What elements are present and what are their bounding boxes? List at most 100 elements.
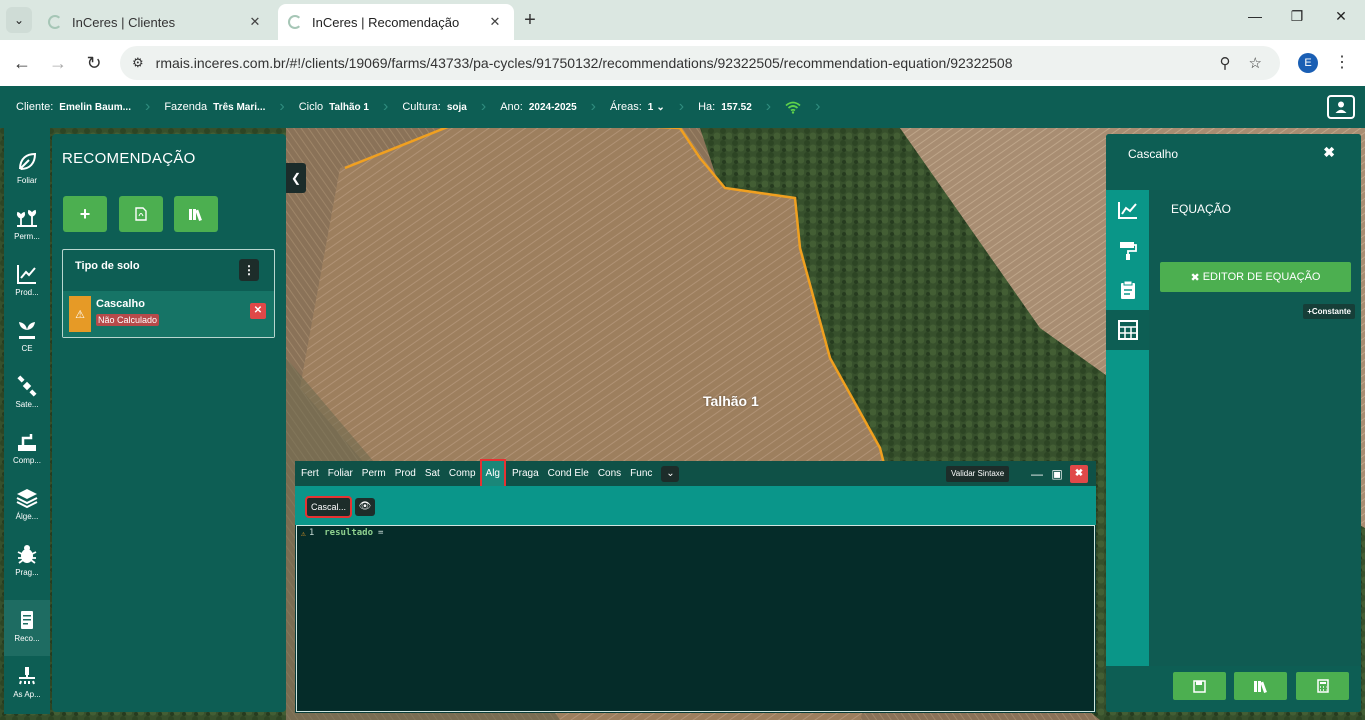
- restore-window-button[interactable]: ❐: [1282, 8, 1312, 25]
- rail-item-algebra[interactable]: Álge...: [4, 478, 50, 534]
- rail-item-prod[interactable]: Prod...: [4, 254, 50, 310]
- menu-foliar[interactable]: Foliar: [328, 461, 353, 486]
- crumb-value: 2024-2025: [528, 101, 577, 113]
- menu-alg[interactable]: Alg: [479, 459, 507, 488]
- rail-item-aplicacoes[interactable]: As Ap...: [4, 656, 50, 712]
- rail-item-perm[interactable]: Perm...: [4, 198, 50, 254]
- close-tab-icon[interactable]: ✕: [486, 14, 504, 30]
- left-nav-rail: Foliar Perm... Prod... CE Sate... Comp..…: [4, 128, 50, 714]
- chevron-right-icon: ›: [765, 98, 772, 115]
- chevron-right-icon: ›: [382, 98, 389, 115]
- address-bar[interactable]: ⚙ rmais.inceres.com.br/#!/clients/19069/…: [120, 46, 1280, 80]
- rail-item-recomendacao[interactable]: Reco...: [4, 600, 50, 656]
- rail-label: As Ap...: [13, 690, 41, 699]
- close-tab-icon[interactable]: ✕: [246, 14, 264, 30]
- inceres-favicon-icon: [288, 15, 302, 29]
- paint-roller-icon: [1119, 242, 1137, 260]
- equation-side-panel: Cascalho ✖ EQUAÇÃO ✖ EDITOR DE EQUAÇÃO +C…: [1106, 134, 1361, 712]
- close-window-button[interactable]: ✕: [1326, 8, 1356, 25]
- crumb-value: Emelin Baum...: [59, 101, 131, 113]
- menu-praga[interactable]: Praga: [512, 461, 539, 486]
- rail-item-ce[interactable]: CE: [4, 310, 50, 366]
- minimize-window-button[interactable]: —: [1240, 8, 1270, 24]
- breadcrumb-ciclo[interactable]: Ciclo Talhão 1 ›: [299, 98, 389, 116]
- breadcrumb-cultura[interactable]: Cultura: soja ›: [402, 98, 486, 116]
- bookmark-star-icon[interactable]: ☆: [1249, 54, 1262, 72]
- tab-chart[interactable]: [1106, 190, 1149, 230]
- calculate-button[interactable]: [1296, 672, 1349, 700]
- more-menus-chevron-icon[interactable]: ⌄: [661, 465, 680, 482]
- tab-calculator[interactable]: [1106, 310, 1149, 350]
- browser-menu-icon[interactable]: ⋮: [1334, 52, 1350, 72]
- chevron-right-icon: ›: [678, 98, 685, 115]
- crumb-value: 1: [647, 101, 654, 113]
- app-header-bar: Cliente: Emelin Baum... › Fazenda Três Mari…: [0, 86, 1365, 128]
- add-constant-button[interactable]: +Constante: [1303, 304, 1355, 319]
- tab-notes[interactable]: [1106, 270, 1149, 310]
- menu-comp[interactable]: Comp: [449, 461, 476, 486]
- collapse-panel-button[interactable]: ❮: [286, 163, 306, 193]
- library-button[interactable]: [174, 196, 218, 232]
- crumb-value: Talhão 1: [329, 101, 369, 113]
- user-account-button[interactable]: [1327, 95, 1355, 119]
- crumb-key: Ciclo: [298, 101, 324, 113]
- chevron-right-icon: ›: [279, 98, 285, 115]
- tab-search-button[interactable]: ⌄: [6, 7, 32, 33]
- breadcrumb-fazenda[interactable]: Fazenda Três Mari... ›: [164, 98, 284, 116]
- soil-list-item[interactable]: ⚠ Cascalho Não Calculado ✕: [63, 291, 274, 337]
- tab-paint[interactable]: [1106, 230, 1149, 270]
- chevron-down-icon: ⌄: [13, 13, 25, 27]
- crumb-key: Ano:: [500, 101, 523, 113]
- side-panel-tabs: [1106, 190, 1149, 666]
- crumb-value: Três Mari...: [213, 101, 266, 113]
- back-button[interactable]: ←: [10, 51, 34, 75]
- reload-button[interactable]: ↻: [82, 51, 106, 75]
- zoom-icon[interactable]: ⚲: [1220, 54, 1231, 72]
- rail-item-comp[interactable]: Comp...: [4, 422, 50, 478]
- delete-item-button[interactable]: ✕: [250, 303, 266, 319]
- menu-perm[interactable]: Perm: [362, 461, 386, 486]
- library-button[interactable]: [1234, 672, 1287, 700]
- new-tab-button[interactable]: +: [518, 9, 542, 31]
- crumb-key: Áreas:: [609, 101, 642, 113]
- forward-button[interactable]: →: [46, 51, 70, 75]
- url-text[interactable]: rmais.inceres.com.br/#!/clients/19069/fa…: [156, 55, 1220, 71]
- eye-icon[interactable]: 👁: [355, 498, 375, 516]
- compaction-icon: [18, 434, 36, 451]
- browser-tab-clientes[interactable]: InCeres | Clientes ✕: [38, 4, 274, 40]
- minimize-editor-button[interactable]: —: [1028, 465, 1046, 483]
- equation-editor-label: EDITOR DE EQUAÇÃO: [1202, 271, 1321, 283]
- warning-icon: ⚠: [301, 528, 306, 538]
- rail-item-foliar[interactable]: Foliar: [4, 142, 50, 198]
- chevron-right-icon: ›: [590, 98, 596, 115]
- maximize-editor-button[interactable]: ▣: [1048, 465, 1066, 483]
- export-pdf-button[interactable]: [119, 196, 163, 232]
- browser-tab-recomendacao[interactable]: InCeres | Recomendação ✕: [278, 4, 514, 40]
- menu-sat[interactable]: Sat: [425, 461, 440, 486]
- menu-cond-ele[interactable]: Cond Ele: [548, 461, 589, 486]
- profile-avatar[interactable]: E: [1298, 53, 1318, 73]
- menu-prod[interactable]: Prod: [395, 461, 416, 486]
- open-equation-editor-button[interactable]: ✖ EDITOR DE EQUAÇÃO: [1160, 262, 1351, 292]
- menu-cons[interactable]: Cons: [598, 461, 621, 486]
- add-recommendation-button[interactable]: +: [63, 196, 107, 232]
- breadcrumb-areas-dropdown[interactable]: Áreas: 1 ⌄ ›: [610, 98, 684, 116]
- validate-syntax-button[interactable]: Validar Sintaxe: [946, 466, 1010, 482]
- rail-item-satelite[interactable]: Sate...: [4, 366, 50, 422]
- code-editor[interactable]: ⚠ 1 resultado =: [296, 525, 1095, 712]
- menu-fert[interactable]: Fert: [301, 461, 319, 486]
- save-button[interactable]: [1173, 672, 1226, 700]
- breadcrumb-ano[interactable]: Ano: 2024-2025 ›: [500, 98, 596, 116]
- plus-icon: +: [79, 203, 91, 224]
- rail-item-praga[interactable]: Prag...: [4, 534, 50, 590]
- breadcrumb-cliente[interactable]: Cliente: Emelin Baum... ›: [16, 98, 150, 116]
- close-panel-button[interactable]: ✖: [1323, 144, 1335, 161]
- warning-icon: ⚠: [69, 296, 91, 332]
- soil-options-menu-icon[interactable]: ⋮: [239, 259, 259, 281]
- close-editor-button[interactable]: ✖: [1070, 465, 1088, 483]
- books-icon: [1253, 681, 1267, 693]
- variable-chip-cascalho[interactable]: Cascal...: [304, 496, 353, 518]
- site-settings-icon[interactable]: ⚙: [132, 55, 144, 71]
- menu-func[interactable]: Func: [630, 461, 652, 486]
- books-icon: [189, 209, 202, 221]
